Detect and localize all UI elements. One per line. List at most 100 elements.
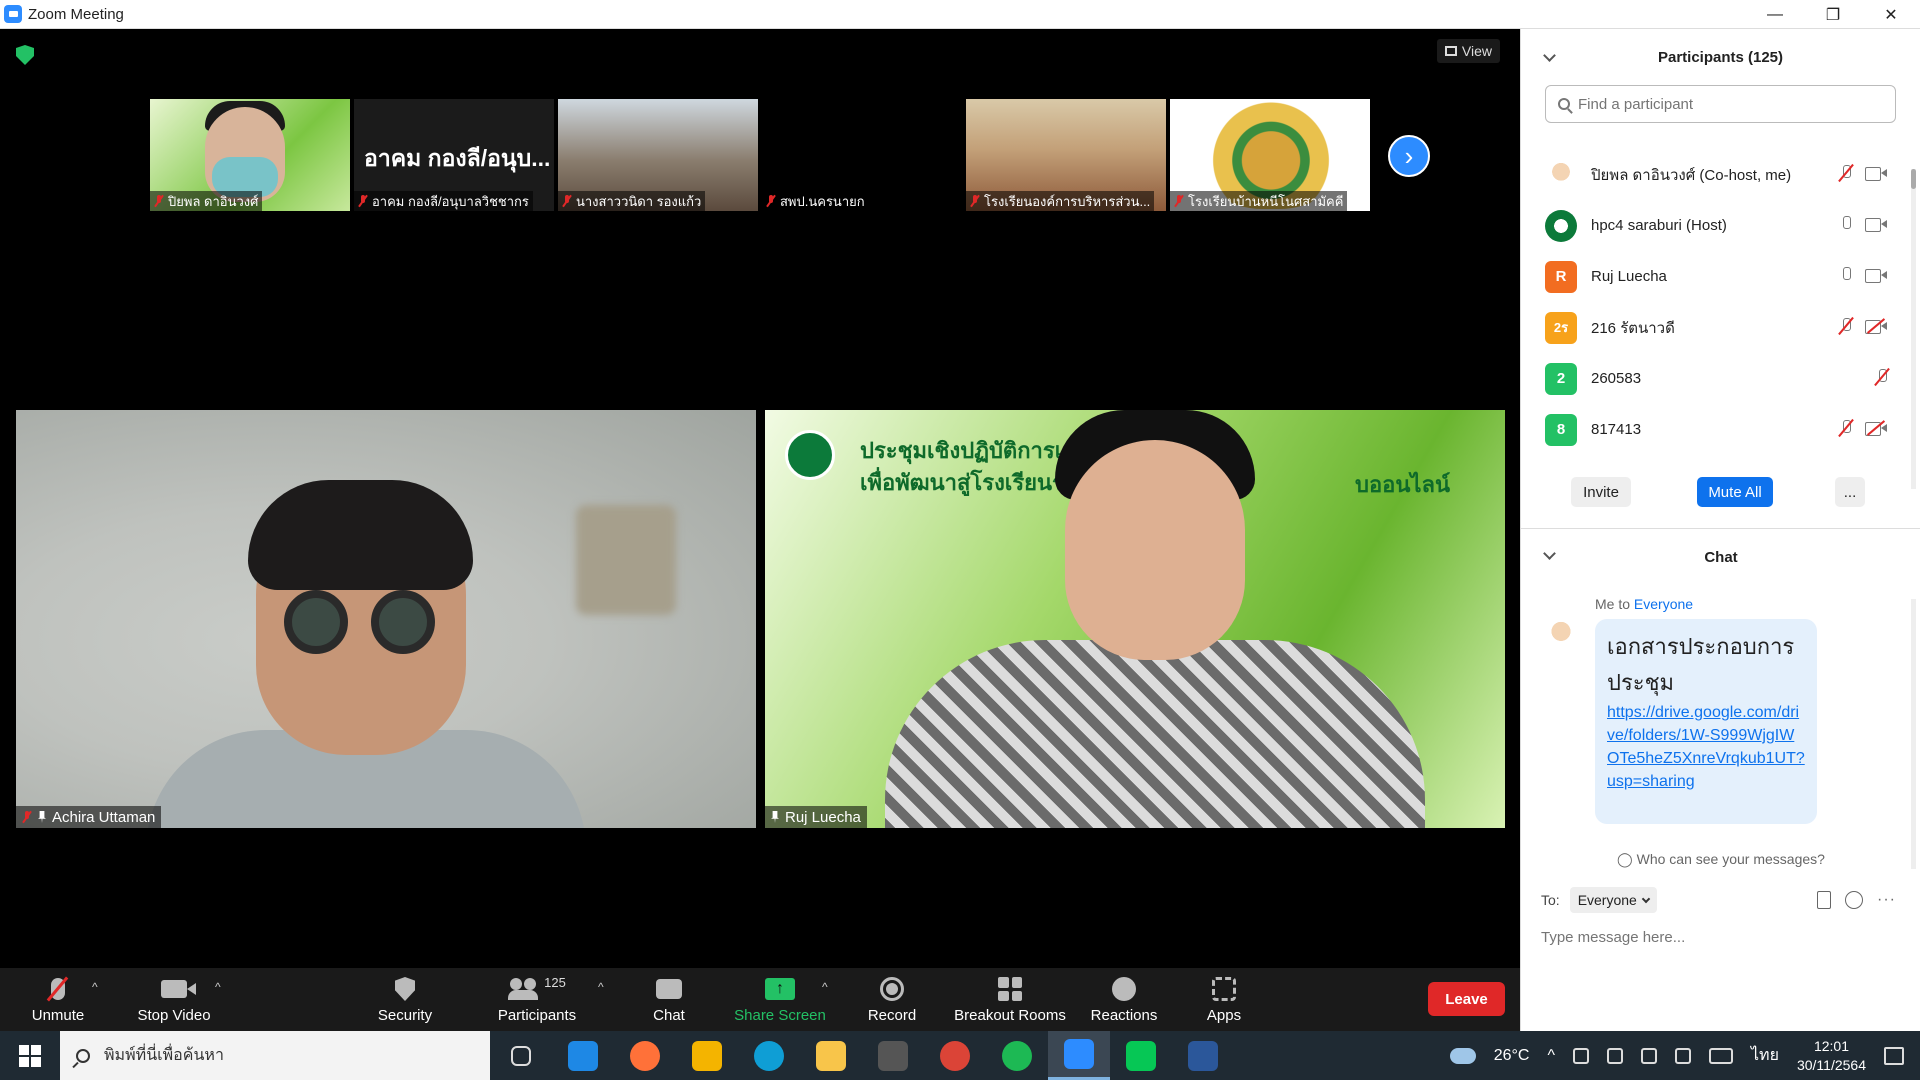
mic-icon[interactable]: [1841, 216, 1851, 232]
record-label: Record: [867, 1007, 917, 1024]
participant-search-input[interactable]: [1578, 95, 1878, 113]
file-icon[interactable]: [1817, 891, 1832, 909]
taskbar-app-chrome[interactable]: [924, 1031, 986, 1080]
leave-button[interactable]: Leave: [1428, 982, 1505, 1016]
audio-options-caret[interactable]: ^: [92, 980, 98, 994]
apps-button[interactable]: Apps: [1202, 968, 1246, 1031]
taskbar-app-file-explorer[interactable]: [800, 1031, 862, 1080]
encryption-shield-icon[interactable]: [16, 45, 34, 65]
unmute-button[interactable]: Unmute: [28, 968, 88, 1031]
weather-temp[interactable]: 26°C: [1494, 1047, 1530, 1065]
input-language[interactable]: ไทย: [1751, 1043, 1779, 1068]
camera-off-icon[interactable]: [1865, 318, 1887, 334]
stop-video-button[interactable]: Stop Video: [132, 968, 216, 1031]
security-button[interactable]: Security: [375, 968, 435, 1031]
participant-row[interactable]: 8 817413: [1521, 404, 1913, 455]
video-thumbnail[interactable]: โรงเรียนบ้านหนีโนศสามัคคี: [1170, 99, 1370, 211]
more-icon[interactable]: ···: [1877, 891, 1896, 909]
weather-icon[interactable]: [1449, 1047, 1476, 1064]
glasses-lens-right: [371, 590, 435, 654]
next-page-arrow-icon[interactable]: ›: [1388, 135, 1430, 177]
banner-line: บออนไลน์: [1355, 472, 1451, 497]
tray-overflow-icon[interactable]: ^: [1547, 1047, 1555, 1065]
taskbar-app-store[interactable]: [676, 1031, 738, 1080]
participant-list-scrollbar[interactable]: [1911, 169, 1916, 489]
camera-off-icon[interactable]: [1865, 420, 1887, 436]
share-options-caret[interactable]: ^: [822, 980, 828, 994]
mute-all-button[interactable]: Mute All: [1697, 477, 1773, 507]
video-stage: View ปิยพล ดาอินวงศ์ อาคม กองลี/อนุบ... …: [0, 29, 1520, 968]
participants-options-caret[interactable]: ^: [598, 980, 604, 994]
mic-icon[interactable]: [1841, 267, 1851, 283]
volume-icon[interactable]: [1675, 1047, 1691, 1064]
chat-message-input[interactable]: [1541, 922, 1901, 952]
record-button[interactable]: Record: [866, 968, 918, 1031]
collapse-chevron-icon[interactable]: [1543, 547, 1556, 560]
participant-row[interactable]: hpc4 saraburi (Host): [1521, 200, 1913, 251]
video-options-caret[interactable]: ^: [215, 980, 221, 994]
taskbar-app-edge[interactable]: [738, 1031, 800, 1080]
taskbar-app-firefox[interactable]: [614, 1031, 676, 1080]
taskbar-app-task-view[interactable]: [490, 1031, 552, 1080]
who-can-see-link[interactable]: ◯ Who can see your messages?: [1521, 851, 1920, 868]
maximize-button[interactable]: ❐: [1804, 0, 1862, 29]
notification-icon[interactable]: [1884, 1046, 1904, 1065]
taskbar-app-line[interactable]: [1110, 1031, 1172, 1080]
participant-row[interactable]: ปิยพล ดาอินวงศ์ (Co-host, me): [1521, 149, 1913, 200]
emoji-icon[interactable]: [1845, 891, 1864, 909]
start-button[interactable]: [0, 1031, 60, 1080]
reactions-button[interactable]: Reactions: [1088, 968, 1160, 1031]
taskbar-app-word[interactable]: [1172, 1031, 1234, 1080]
chat-button[interactable]: Chat: [648, 968, 690, 1031]
taskbar-search[interactable]: พิมพ์ที่นี่เพื่อค้นหา: [60, 1031, 490, 1080]
chat-scrollbar[interactable]: [1911, 599, 1916, 869]
participant-search[interactable]: [1545, 85, 1896, 123]
video-tile-ruj[interactable]: ประชุมเชิงปฏิบัติการเตรีย เพื่อพัฒนาสู่โ…: [765, 410, 1505, 828]
video-thumbnail[interactable]: โรงเรียนองค์การบริหารส่วน...: [966, 99, 1166, 211]
zoom-app-icon: [4, 5, 22, 23]
system-tray: 26°C ^ ไทย 12:01 30/11/2564: [1449, 1031, 1920, 1080]
participants-header: Participants (125): [1521, 29, 1920, 85]
close-button[interactable]: ✕: [1862, 0, 1920, 29]
participant-row[interactable]: R Ruj Luecha: [1521, 251, 1913, 302]
taskbar-app-zoom[interactable]: [1048, 1031, 1110, 1080]
video-thumbnail[interactable]: อาคม กองลี/อนุบ... อาคม กองลี/อนุบาลวิชช…: [354, 99, 554, 211]
network-icon[interactable]: [1573, 1047, 1589, 1064]
participant-row[interactable]: 2ร 216 รัตนาวดี: [1521, 302, 1913, 353]
onedrive-icon[interactable]: [1607, 1047, 1623, 1064]
message-recipient[interactable]: Everyone: [1634, 596, 1693, 612]
participant-status: [1841, 267, 1887, 283]
mic-muted-icon: [154, 195, 164, 207]
collapse-chevron-icon[interactable]: [1543, 49, 1556, 62]
recipient-dropdown[interactable]: Everyone: [1569, 887, 1657, 913]
taskbar-app-mail[interactable]: [552, 1031, 614, 1080]
keyboard-icon[interactable]: [1709, 1047, 1733, 1064]
view-button[interactable]: View: [1436, 39, 1500, 63]
video-thumbnail[interactable]: นางสาววนิดา รองแก้ว: [558, 99, 758, 211]
more-options-button[interactable]: ...: [1835, 477, 1865, 507]
mic-muted-icon[interactable]: [1841, 420, 1851, 436]
video-thumbnail[interactable]: สพป.นครนายก: [762, 99, 962, 211]
taskbar-app-spotify[interactable]: [986, 1031, 1048, 1080]
thumbnail-name: สพป.นครนายก: [762, 191, 869, 211]
participant-row[interactable]: 2 260583: [1521, 353, 1913, 404]
thumbnail-name-text: ปิยพล ดาอินวงศ์: [168, 193, 259, 209]
camera-icon[interactable]: [1865, 166, 1887, 181]
video-thumbnail[interactable]: ปิยพล ดาอินวงศ์: [150, 99, 350, 211]
invite-button[interactable]: Invite: [1571, 477, 1631, 507]
participants-button[interactable]: 125 Participants: [495, 968, 579, 1031]
hair-shape: [248, 480, 473, 590]
minimize-button[interactable]: —: [1746, 0, 1804, 29]
message-link[interactable]: https://drive.google.com/drive/folders/1…: [1607, 701, 1805, 793]
camera-icon[interactable]: [1865, 268, 1887, 283]
share-screen-button[interactable]: ↑ Share Screen: [734, 968, 826, 1031]
camera-icon[interactable]: [1865, 217, 1887, 232]
battery-icon[interactable]: [1641, 1047, 1657, 1064]
breakout-rooms-button[interactable]: Breakout Rooms: [951, 968, 1069, 1031]
mic-muted-icon[interactable]: [1877, 369, 1887, 385]
taskbar-app-photos[interactable]: [862, 1031, 924, 1080]
clock[interactable]: 12:01 30/11/2564: [1797, 1037, 1866, 1075]
video-tile-achira[interactable]: Achira Uttaman: [16, 410, 756, 828]
mic-muted-icon[interactable]: [1841, 318, 1851, 334]
mic-muted-icon[interactable]: [1841, 165, 1851, 181]
